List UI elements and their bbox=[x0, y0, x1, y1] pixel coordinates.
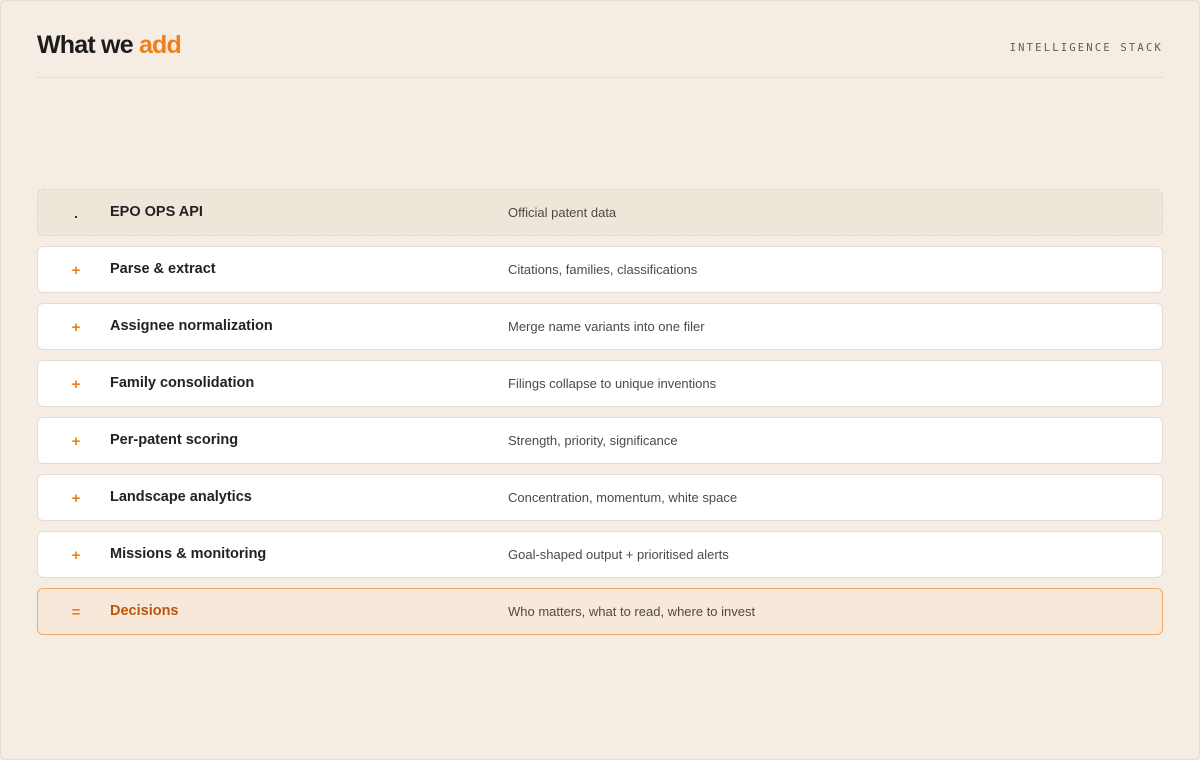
stack-row-name: Assignee normalization bbox=[110, 318, 273, 334]
stack-row-operator: + bbox=[68, 418, 84, 465]
stack-row-operator: + bbox=[68, 304, 84, 351]
stack-row-name: Missions & monitoring bbox=[110, 546, 266, 562]
stack-row-epo-ops-api: . EPO OPS API Official patent data bbox=[37, 189, 1163, 236]
stack-row-name: Parse & extract bbox=[110, 261, 216, 277]
stack-row-name: Per-patent scoring bbox=[110, 432, 238, 448]
stack-row-description: Citations, families, classifications bbox=[508, 262, 697, 277]
stack-row-name: Decisions bbox=[110, 603, 179, 619]
stack-row-description: Filings collapse to unique inventions bbox=[508, 376, 716, 391]
stack-row-parse-extract: + Parse & extract Citations, families, c… bbox=[37, 246, 1163, 293]
stack-row-per-patent-scoring: + Per-patent scoring Strength, priority,… bbox=[37, 417, 1163, 464]
title-prefix: What we bbox=[37, 31, 133, 59]
stack-row-landscape-analytics: + Landscape analytics Concentration, mom… bbox=[37, 474, 1163, 521]
stack-row-missions-monitoring: + Missions & monitoring Goal-shaped outp… bbox=[37, 531, 1163, 578]
page-title: What we add bbox=[37, 30, 181, 60]
stack-row-family-consolidation: + Family consolidation Filings collapse … bbox=[37, 360, 1163, 407]
stack-row-operator: + bbox=[68, 475, 84, 522]
stack-row-description: Strength, priority, significance bbox=[508, 433, 678, 448]
title-accent: add bbox=[139, 31, 181, 59]
stack-row-description: Goal-shaped output + prioritised alerts bbox=[508, 547, 729, 562]
stack-row-name: EPO OPS API bbox=[110, 204, 203, 220]
stack-row-description: Concentration, momentum, white space bbox=[508, 490, 737, 505]
stack-row-decisions: = Decisions Who matters, what to read, w… bbox=[37, 588, 1163, 635]
page-header: What we add INTELLIGENCE STACK bbox=[37, 30, 1163, 78]
stack-row-operator: + bbox=[68, 361, 84, 408]
section-eyebrow: INTELLIGENCE STACK bbox=[1010, 42, 1163, 54]
stack-row-description: Merge name variants into one filer bbox=[508, 319, 705, 334]
stack-row-description: Who matters, what to read, where to inve… bbox=[508, 604, 755, 619]
intelligence-stack: . EPO OPS API Official patent data + Par… bbox=[37, 189, 1163, 645]
stack-row-operator: . bbox=[68, 190, 84, 237]
stack-row-description: Official patent data bbox=[508, 205, 616, 220]
stack-row-name: Landscape analytics bbox=[110, 489, 252, 505]
stack-row-operator: + bbox=[68, 532, 84, 579]
stack-row-name: Family consolidation bbox=[110, 375, 254, 391]
stack-row-assignee-normalization: + Assignee normalization Merge name vari… bbox=[37, 303, 1163, 350]
stack-row-operator: + bbox=[68, 247, 84, 294]
stack-row-operator: = bbox=[68, 589, 84, 636]
